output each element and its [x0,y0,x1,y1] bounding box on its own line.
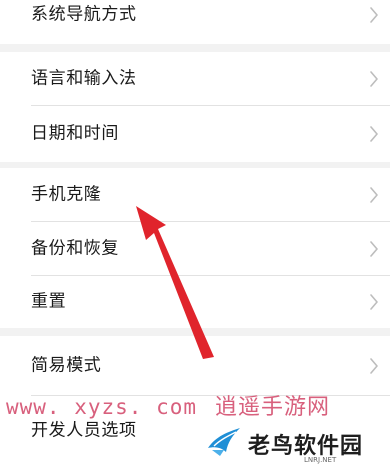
bird-logo-icon [208,428,240,456]
watermark-url: www. xyzs. com [6,395,198,419]
watermark-site-name: 逍遥手游网 [215,395,331,420]
watermark-site: www. xyzs. com 逍遥手游网 [6,389,330,421]
brand-sub: LNRJ.NET [304,456,337,464]
brand-logo-watermark: 老鸟软件园 LNRJ.NET [186,422,390,469]
settings-page: 系统导航方式 语言和输入法 日期和时间 手机克隆 备份和恢复 重置 简易模式 开… [0,0,390,469]
